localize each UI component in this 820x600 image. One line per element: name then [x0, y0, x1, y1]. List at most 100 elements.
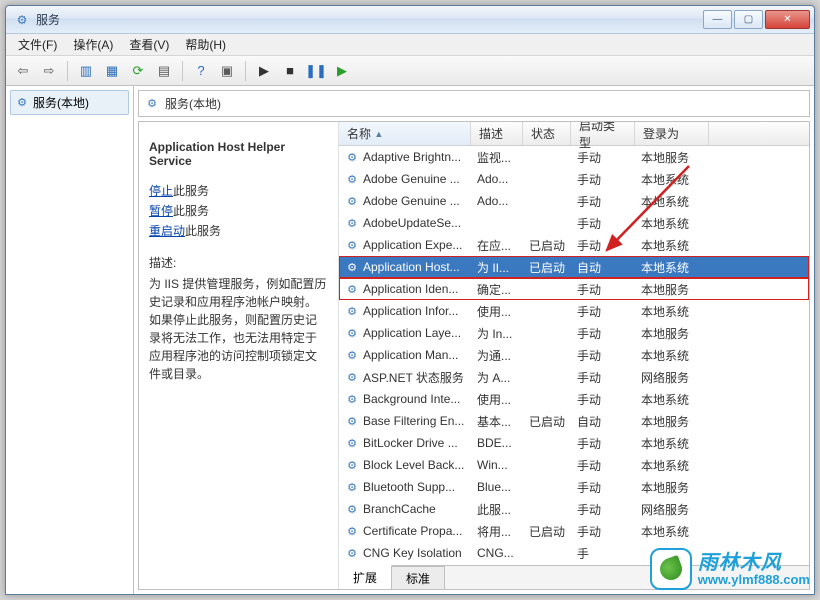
- service-startup: 自动: [571, 259, 635, 276]
- table-row[interactable]: ⚙Application Infor...使用...手动本地系统: [339, 300, 809, 322]
- service-status: 已启动: [523, 413, 571, 430]
- help-icon[interactable]: ?: [190, 60, 212, 82]
- maximize-button[interactable]: ▢: [734, 10, 763, 29]
- watermark-cn: 雨林木风: [698, 553, 810, 573]
- service-name: Application Man...: [363, 348, 458, 362]
- properties-icon[interactable]: ▦: [101, 60, 123, 82]
- service-startup: 手动: [571, 501, 635, 518]
- service-startup: 手动: [571, 193, 635, 210]
- tab-extended[interactable]: 扩展: [339, 565, 392, 589]
- service-name: AdobeUpdateSe...: [363, 216, 461, 230]
- table-row[interactable]: ⚙Block Level Back...Win...手动本地系统: [339, 454, 809, 476]
- table-row[interactable]: ⚙Certificate Propa...将用...已启动手动本地系统: [339, 520, 809, 542]
- service-logon: 本地服务: [635, 325, 709, 342]
- service-startup: 手动: [571, 215, 635, 232]
- nav-forward-icon[interactable]: ⇨: [38, 60, 60, 82]
- titlebar[interactable]: ⚙ 服务 — ▢ ✕: [6, 6, 814, 34]
- gear-icon: ⚙: [345, 172, 359, 186]
- table-row[interactable]: ⚙Adobe Genuine ...Ado...手动本地系统: [339, 168, 809, 190]
- content-area: ⚙ 服务(本地) ⚙ 服务(本地) Application Host Helpe…: [6, 86, 814, 594]
- service-logon: 本地服务: [635, 281, 709, 298]
- menu-view[interactable]: 查看(V): [121, 34, 177, 55]
- table-row[interactable]: ⚙ASP.NET 状态服务为 A...手动网络服务: [339, 366, 809, 388]
- nav-back-icon[interactable]: ⇦: [12, 60, 34, 82]
- tree-root-services-local[interactable]: ⚙ 服务(本地): [10, 90, 129, 115]
- table-row[interactable]: ⚙Application Host...为 II...已启动自动本地系统: [339, 256, 809, 278]
- menu-action[interactable]: 操作(A): [65, 34, 121, 55]
- service-startup: 手动: [571, 369, 635, 386]
- service-desc: 使用...: [471, 391, 523, 408]
- service-startup: 手动: [571, 391, 635, 408]
- description-text: 为 IIS 提供管理服务，例如配置历史记录和应用程序池帐户映射。如果停止此服务，…: [149, 275, 328, 383]
- service-desc: 为通...: [471, 347, 523, 364]
- service-name: ASP.NET 状态服务: [363, 369, 464, 386]
- table-row[interactable]: ⚙Adobe Genuine ...Ado...手动本地系统: [339, 190, 809, 212]
- menu-file[interactable]: 文件(F): [10, 34, 65, 55]
- restart-service-icon[interactable]: ▶: [331, 60, 353, 82]
- col-header-startup[interactable]: 启动类型: [571, 122, 635, 145]
- table-row[interactable]: ⚙AdobeUpdateSe...手动本地系统: [339, 212, 809, 234]
- gear-icon: ⚙: [345, 458, 359, 472]
- service-logon: 网络服务: [635, 501, 709, 518]
- service-desc: Ado...: [471, 194, 523, 208]
- console-tree: ⚙ 服务(本地): [6, 86, 134, 594]
- show-hide-tree-icon[interactable]: ▥: [75, 60, 97, 82]
- service-startup: 自动: [571, 413, 635, 430]
- service-status: 已启动: [523, 237, 571, 254]
- menu-help[interactable]: 帮助(H): [177, 34, 234, 55]
- col-header-desc[interactable]: 描述: [471, 122, 523, 145]
- table-row[interactable]: ⚙Base Filtering En...基本...已启动自动本地服务: [339, 410, 809, 432]
- services-list: 名称 ▲ 描述 状态 启动类型 登录为 ⚙Adaptive Brightn...…: [339, 122, 809, 589]
- table-row[interactable]: ⚙Adaptive Brightn...监视...手动本地服务: [339, 146, 809, 168]
- service-desc: CNG...: [471, 546, 523, 560]
- service-logon: 本地系统: [635, 237, 709, 254]
- detail-pane: Application Host Helper Service 停止此服务 暂停…: [139, 122, 339, 589]
- pause-link[interactable]: 暂停: [149, 204, 173, 218]
- start-service-icon[interactable]: ▶: [253, 60, 275, 82]
- gear-icon: ⚙: [345, 216, 359, 230]
- table-row[interactable]: ⚙Bluetooth Supp...Blue...手动本地服务: [339, 476, 809, 498]
- gear-icon: ⚙: [345, 546, 359, 560]
- service-desc: 为 A...: [471, 369, 523, 386]
- separator: [67, 61, 68, 81]
- props-icon[interactable]: ▣: [216, 60, 238, 82]
- service-name: Application Expe...: [363, 238, 462, 252]
- table-row[interactable]: ⚙Application Man...为通...手动本地系统: [339, 344, 809, 366]
- service-desc: 使用...: [471, 303, 523, 320]
- col-header-name[interactable]: 名称 ▲: [339, 122, 471, 145]
- service-desc: Ado...: [471, 172, 523, 186]
- tab-standard[interactable]: 标准: [392, 566, 445, 589]
- table-row[interactable]: ⚙BranchCache此服...手动网络服务: [339, 498, 809, 520]
- service-logon: 网络服务: [635, 369, 709, 386]
- gear-icon: ⚙: [345, 194, 359, 208]
- pause-service-icon[interactable]: ❚❚: [305, 60, 327, 82]
- stop-service-icon[interactable]: ■: [279, 60, 301, 82]
- table-row[interactable]: ⚙Application Expe...在应...已启动手动本地系统: [339, 234, 809, 256]
- refresh-icon[interactable]: ⟳: [127, 60, 149, 82]
- table-row[interactable]: ⚙Application Iden...确定...手动本地服务: [339, 278, 809, 300]
- service-startup: 手动: [571, 303, 635, 320]
- list-body[interactable]: ⚙Adaptive Brightn...监视...手动本地服务⚙Adobe Ge…: [339, 146, 809, 565]
- table-row[interactable]: ⚙Application Laye...为 In...手动本地服务: [339, 322, 809, 344]
- service-status: 已启动: [523, 259, 571, 276]
- service-name: Certificate Propa...: [363, 524, 462, 538]
- col-header-logon[interactable]: 登录为: [635, 122, 709, 145]
- gear-icon: ⚙: [345, 524, 359, 538]
- table-row[interactable]: ⚙Background Inte...使用...手动本地系统: [339, 388, 809, 410]
- toolbar: ⇦ ⇨ ▥ ▦ ⟳ ▤ ? ▣ ▶ ■ ❚❚ ▶: [6, 56, 814, 86]
- gear-icon: ⚙: [345, 282, 359, 296]
- gear-icon: ⚙: [345, 238, 359, 252]
- service-logon: 本地系统: [635, 457, 709, 474]
- minimize-button[interactable]: —: [703, 10, 732, 29]
- separator: [245, 61, 246, 81]
- restart-link[interactable]: 重启动: [149, 224, 185, 238]
- service-logon: 本地系统: [635, 435, 709, 452]
- service-desc: Win...: [471, 458, 523, 472]
- stop-link[interactable]: 停止: [149, 184, 173, 198]
- close-button[interactable]: ✕: [765, 10, 810, 29]
- table-row[interactable]: ⚙BitLocker Drive ...BDE...手动本地系统: [339, 432, 809, 454]
- col-header-status[interactable]: 状态: [523, 122, 571, 145]
- service-startup: 手动: [571, 523, 635, 540]
- service-name: Adaptive Brightn...: [363, 150, 461, 164]
- export-list-icon[interactable]: ▤: [153, 60, 175, 82]
